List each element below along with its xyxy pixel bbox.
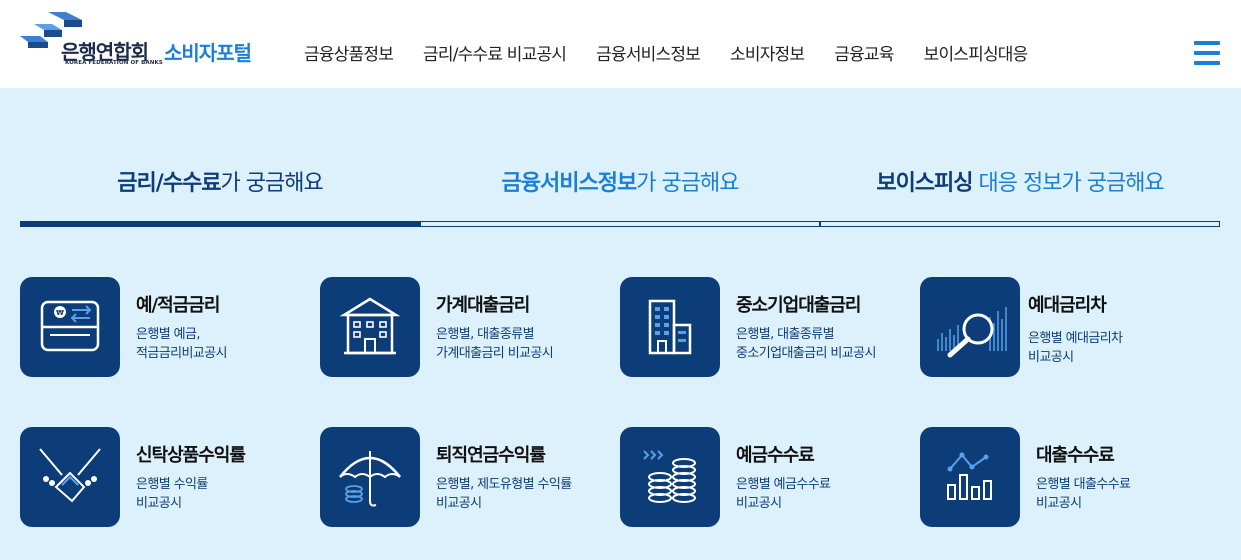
card-household-loan-rates[interactable]: 가계대출금리 은행별, 대출종류별 가계대출금리 비교공시	[320, 277, 610, 377]
card-description: 은행별, 대출종류별 가계대출금리 비교공시	[436, 327, 554, 361]
tab-financial-services[interactable]: 금융서비스정보가 궁금해요	[420, 163, 820, 227]
umbrella-icon	[339, 451, 401, 507]
card-title: 예대금리차	[1028, 295, 1107, 316]
nav-item-voice-phishing[interactable]: 보이스피싱대응	[924, 40, 1029, 65]
card-deposit-fees[interactable]: 예금수수료 은행별 예금수수료 비교공시	[620, 427, 910, 527]
deposit-card-icon: ₩	[40, 300, 100, 352]
card-description: 은행별 예금수수료 비교공시	[736, 477, 831, 511]
card-title: 신탁상품수익률	[136, 445, 246, 466]
card-description: 은행별 예대금리차 비교공시	[1028, 331, 1123, 365]
svg-text:₩: ₩	[56, 309, 64, 317]
building-icon	[648, 299, 692, 355]
card-description: 은행별 예금, 적금금리비교공시	[136, 327, 227, 361]
card-title: 예금수수료	[736, 445, 815, 466]
bar-chart-icon	[947, 452, 992, 500]
card-title: 퇴직연금수익률	[436, 445, 546, 466]
house-icon	[339, 297, 401, 355]
card-deposit-rates[interactable]: ₩ 예/적금금리 은행별 예금, 적금금리비교공시	[20, 277, 310, 377]
logo-portal-text: 소비자포털	[164, 41, 252, 65]
nav-item-products[interactable]: 금융상품정보	[304, 40, 394, 65]
tab-voice-phishing[interactable]: 보이스피싱 대응 정보가 궁금해요	[820, 163, 1220, 227]
tab-indicator	[420, 221, 820, 227]
card-title: 대출수수료	[1036, 445, 1115, 466]
card-loan-deposit-spread[interactable]: 예대금리차 은행별 예대금리차 비교공시	[920, 277, 1210, 377]
tab-bold-text: 금융서비스정보	[501, 171, 638, 196]
card-trust-returns[interactable]: 신탁상품수익률 은행별 수익률 비교공시	[20, 427, 310, 527]
tab-bold-text: 보이스피싱	[876, 171, 973, 196]
nav-item-rates-fees[interactable]: 금리/수수료 비교공시	[423, 40, 567, 65]
nav-item-consumer[interactable]: 소비자정보	[730, 40, 805, 65]
card-title: 중소기업대출금리	[736, 295, 861, 316]
tab-rest-text: 가 궁금해요	[636, 171, 739, 196]
card-title: 예/적금금리	[136, 295, 220, 316]
card-description: 은행별, 제도유형별 수익률 비교공시	[436, 477, 572, 511]
tab-indicator	[820, 221, 1220, 227]
category-tabs: 금리/수수료가 궁금해요 금융서비스정보가 궁금해요 보이스피싱 대응 정보가 …	[20, 163, 1220, 227]
nav-item-education[interactable]: 금융교육	[834, 40, 894, 65]
card-loan-fees[interactable]: 대출수수료 은행별 대출수수료 비교공시	[920, 427, 1210, 527]
card-description: 은행별, 대출종류별 중소기업대출금리 비교공시	[736, 327, 876, 361]
main-section: 금리/수수료가 궁금해요 금융서비스정보가 궁금해요 보이스피싱 대응 정보가 …	[0, 88, 1241, 560]
site-logo[interactable]: 은행연합회 KOREA FEDERATION OF BANKS 소비자포털	[18, 8, 268, 72]
nav-item-services[interactable]: 금융서비스정보	[596, 40, 701, 65]
handshake-icon	[39, 448, 101, 503]
tab-bold-text: 금리/수수료	[117, 171, 221, 196]
site-header: 은행연합회 KOREA FEDERATION OF BANKS 소비자포털 금융…	[0, 0, 1241, 88]
card-title: 가계대출금리	[436, 295, 530, 316]
tab-rates-fees[interactable]: 금리/수수료가 궁금해요	[20, 163, 420, 227]
coin-stack-icon	[643, 450, 696, 503]
magnifier-icon	[937, 307, 1007, 358]
tab-indicator	[20, 221, 420, 227]
logo-english-text: KOREA FEDERATION OF BANKS	[65, 60, 163, 66]
card-description: 은행별 대출수수료 비교공시	[1036, 477, 1131, 511]
card-description: 은행별 수익률 비교공시	[136, 477, 208, 511]
tab-rest-text: 가 궁금해요	[220, 171, 324, 196]
tab-rest-text: 대응 정보가 궁금해요	[972, 171, 1165, 196]
card-pension-returns[interactable]: 퇴직연금수익률 은행별, 제도유형별 수익률 비교공시	[320, 427, 610, 527]
card-sme-loan-rates[interactable]: 중소기업대출금리 은행별, 대출종류별 중소기업대출금리 비교공시	[620, 277, 910, 377]
menu-hamburger-icon[interactable]	[1194, 41, 1220, 65]
main-nav: 금융상품정보 금리/수수료 비교공시 금융서비스정보 소비자정보 금융교육 보이…	[304, 40, 1058, 65]
